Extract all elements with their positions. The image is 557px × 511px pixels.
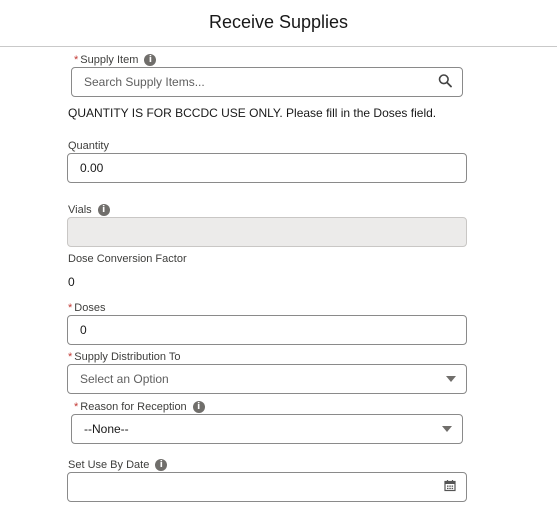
required-mark: *	[68, 351, 73, 363]
required-mark: *	[74, 401, 79, 413]
info-icon[interactable]: i	[192, 401, 205, 414]
info-icon[interactable]: i	[155, 459, 168, 472]
vials-input	[67, 217, 467, 247]
vials-label: Vials i	[68, 203, 110, 217]
quantity-label: Quantity	[68, 140, 109, 152]
supply-item-search-input[interactable]: Search Supply Items...	[71, 67, 463, 97]
dose-conversion-value: 0	[68, 275, 75, 289]
doses-input[interactable]: 0	[67, 315, 467, 345]
use-by-date-label: Set Use By Date i	[68, 458, 168, 472]
quantity-notice: QUANTITY IS FOR BCCDC USE ONLY. Please f…	[68, 106, 437, 120]
required-mark: *	[74, 54, 79, 66]
use-by-date-input[interactable]	[67, 472, 467, 502]
required-mark: *	[68, 302, 73, 314]
dose-conversion-label: Dose Conversion Factor	[68, 253, 187, 265]
supply-item-label: * Supply Item i	[74, 53, 157, 67]
chevron-down-icon[interactable]	[442, 426, 452, 432]
reason-label: * Reason for Reception i	[74, 400, 205, 414]
receive-supplies-form: * Supply Item i Search Supply Items... QUA…	[0, 0, 557, 511]
chevron-down-icon[interactable]	[446, 376, 456, 382]
doses-label: * Doses	[68, 302, 106, 314]
supply-distribution-select[interactable]: Select an Option	[67, 364, 467, 394]
info-icon[interactable]: i	[144, 54, 157, 67]
search-icon[interactable]	[438, 74, 452, 91]
calendar-icon[interactable]	[444, 480, 456, 495]
reason-select[interactable]: --None--	[71, 414, 463, 444]
info-icon[interactable]: i	[97, 204, 110, 217]
supply-distribution-label: * Supply Distribution To	[68, 351, 181, 363]
quantity-input[interactable]: 0.00	[67, 153, 467, 183]
